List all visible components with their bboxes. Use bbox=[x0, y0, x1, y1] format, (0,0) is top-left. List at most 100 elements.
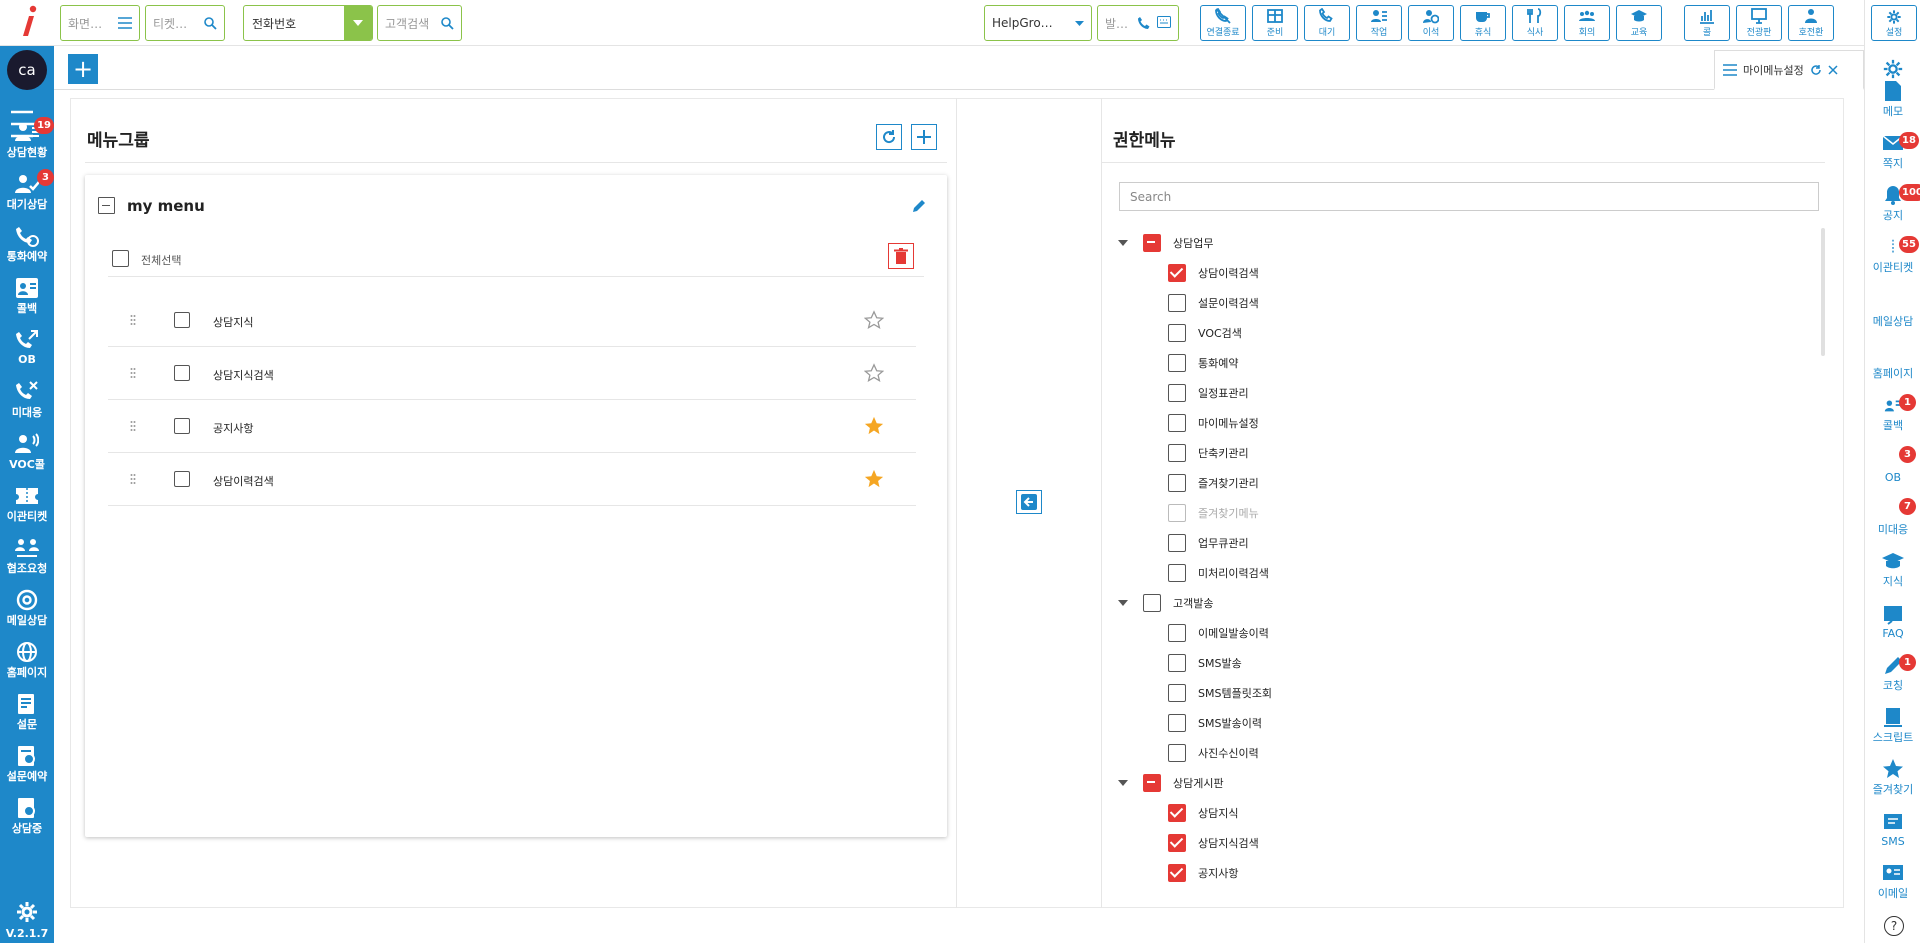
avatar[interactable]: ca bbox=[7, 50, 47, 90]
star-icon[interactable] bbox=[864, 310, 884, 330]
right-sidebar-item-16[interactable]: 이메일 bbox=[1865, 858, 1920, 906]
star-icon[interactable] bbox=[864, 416, 884, 436]
tree-item[interactable]: 미처리이력검색 bbox=[1168, 561, 1269, 585]
tree-item-checkbox[interactable] bbox=[1168, 294, 1186, 312]
tree-group-1[interactable]: 상담업무 bbox=[1143, 231, 1213, 255]
expand-caret-icon[interactable] bbox=[1118, 780, 1128, 786]
toolbar-button-11[interactable]: 전광판 bbox=[1736, 5, 1782, 41]
tree-item[interactable]: 즐겨찾기메뉴 bbox=[1168, 501, 1259, 525]
drag-handle-icon[interactable] bbox=[130, 473, 136, 485]
tree-item[interactable]: 마이메뉴설정 bbox=[1168, 411, 1259, 435]
tree-item[interactable]: 사진수신이력 bbox=[1168, 741, 1259, 765]
menu-item-checkbox[interactable] bbox=[174, 365, 190, 381]
menu-item-row[interactable]: 공지사항 bbox=[108, 400, 916, 453]
sidebar-item-1[interactable]: 상담현황 19 bbox=[0, 116, 54, 164]
sidebar-item-7[interactable]: VOC콜 bbox=[0, 428, 54, 476]
right-sidebar-item-7[interactable]: 콜백 1 bbox=[1865, 390, 1920, 438]
select-all-checkbox[interactable] bbox=[112, 250, 129, 267]
toolbar-button-4[interactable]: 작업 bbox=[1356, 5, 1402, 41]
right-sidebar-item-15[interactable]: SMS bbox=[1865, 806, 1920, 854]
drag-handle-icon[interactable] bbox=[130, 420, 136, 432]
sidebar-item-11[interactable]: 홈페이지 bbox=[0, 636, 54, 684]
right-sidebar-item-5[interactable]: 메일상담 bbox=[1865, 286, 1920, 334]
screen-search-input[interactable]: 화면… bbox=[60, 5, 140, 41]
edit-pencil-icon[interactable] bbox=[911, 198, 927, 214]
tree-item-checkbox[interactable] bbox=[1168, 354, 1186, 372]
sidebar-item-9[interactable]: 협조요청 bbox=[0, 532, 54, 580]
tree-item[interactable]: 즐겨찾기관리 bbox=[1168, 471, 1259, 495]
refresh-button[interactable] bbox=[876, 124, 902, 150]
tree-item-checkbox[interactable] bbox=[1168, 444, 1186, 462]
menu-item-row[interactable]: 상담지식검색 bbox=[108, 347, 916, 400]
sidebar-item-8[interactable]: 이관티켓 bbox=[0, 480, 54, 528]
settings-gear-icon[interactable] bbox=[15, 900, 39, 924]
menu-item-checkbox[interactable] bbox=[174, 312, 190, 328]
customer-search-input[interactable]: 고객검색 bbox=[377, 5, 462, 41]
tree-item-checkbox[interactable] bbox=[1168, 834, 1186, 852]
tree-item-checkbox[interactable] bbox=[1168, 714, 1186, 732]
right-sidebar-item-2[interactable]: 쪽지 18 bbox=[1865, 128, 1920, 176]
delete-button[interactable] bbox=[888, 243, 914, 269]
right-sidebar-item-3[interactable]: 공지 100 bbox=[1865, 180, 1920, 228]
close-icon[interactable] bbox=[1828, 64, 1838, 75]
sidebar-item-2[interactable]: 대기상담 3 bbox=[0, 168, 54, 216]
tree-group-checkbox[interactable] bbox=[1143, 594, 1161, 612]
tree-item[interactable]: 상담이력검색 bbox=[1168, 261, 1259, 285]
tree-item-checkbox[interactable] bbox=[1168, 534, 1186, 552]
tree-item[interactable]: 공지사항 bbox=[1168, 861, 1238, 885]
sidebar-item-5[interactable]: OB bbox=[0, 324, 54, 372]
tree-group-2[interactable]: 고객발송 bbox=[1143, 591, 1213, 615]
tree-item-checkbox[interactable] bbox=[1168, 654, 1186, 672]
sidebar-item-4[interactable]: 콜백 bbox=[0, 272, 54, 320]
tab-my-menu-settings[interactable]: 마이메뉴설정 bbox=[1714, 50, 1864, 90]
right-sidebar-item-8[interactable]: OB 3 bbox=[1865, 442, 1920, 490]
expand-caret-icon[interactable] bbox=[1118, 240, 1128, 246]
right-sidebar-item-14[interactable]: 즐겨찾기 bbox=[1865, 754, 1920, 802]
tree-item-checkbox[interactable] bbox=[1168, 474, 1186, 492]
tree-item[interactable]: SMS발송 bbox=[1168, 651, 1242, 675]
right-sidebar-item-12[interactable]: 코칭 1 bbox=[1865, 650, 1920, 698]
menu-item-checkbox[interactable] bbox=[174, 418, 190, 434]
tree-group-checkbox[interactable] bbox=[1143, 774, 1161, 792]
tree-item-checkbox[interactable] bbox=[1168, 864, 1186, 882]
right-sidebar-item-11[interactable]: FAQ bbox=[1865, 598, 1920, 646]
right-sidebar-item-9[interactable]: 미대응 7 bbox=[1865, 494, 1920, 542]
menu-item-row[interactable]: 상담지식 bbox=[108, 294, 916, 347]
sidebar-item-10[interactable]: 메일상담 bbox=[0, 584, 54, 632]
right-sidebar-item-1[interactable]: 메모 bbox=[1865, 76, 1920, 124]
helpgroup-select[interactable]: HelpGro… bbox=[984, 5, 1092, 41]
right-sidebar-item-10[interactable]: 지식 bbox=[1865, 546, 1920, 594]
tree-item-checkbox[interactable] bbox=[1168, 384, 1186, 402]
tree-item[interactable]: VOC검색 bbox=[1168, 321, 1242, 345]
tree-item[interactable]: 이메일발송이력 bbox=[1168, 621, 1269, 645]
tree-item[interactable]: 통화예약 bbox=[1168, 351, 1238, 375]
tree-item-checkbox[interactable] bbox=[1168, 414, 1186, 432]
scrollbar[interactable] bbox=[1821, 228, 1825, 356]
tree-group-checkbox[interactable] bbox=[1143, 234, 1161, 252]
toolbar-button-10[interactable]: 콜 bbox=[1684, 5, 1730, 41]
toolbar-button-3[interactable]: 대기 bbox=[1304, 5, 1350, 41]
tree-item[interactable]: 일정표관리 bbox=[1168, 381, 1249, 405]
chevron-down-icon[interactable] bbox=[1075, 20, 1084, 26]
tree-item[interactable]: 업무큐관리 bbox=[1168, 531, 1249, 555]
tree-group-3[interactable]: 상담게시판 bbox=[1143, 771, 1224, 795]
star-icon[interactable] bbox=[864, 363, 884, 383]
right-sidebar-item-6[interactable]: 홈페이지 bbox=[1865, 338, 1920, 386]
tree-item-checkbox[interactable] bbox=[1168, 624, 1186, 642]
toolbar-button-2[interactable]: 준비 bbox=[1252, 5, 1298, 41]
chevron-down-icon[interactable] bbox=[344, 6, 372, 40]
toolbar-button-9[interactable]: 교육 bbox=[1616, 5, 1662, 41]
sidebar-item-3[interactable]: 통화예약 bbox=[0, 220, 54, 268]
drag-handle-icon[interactable] bbox=[130, 314, 136, 326]
phone-icon[interactable] bbox=[1137, 16, 1171, 30]
refresh-icon[interactable] bbox=[1810, 64, 1822, 76]
tree-item-checkbox[interactable] bbox=[1168, 744, 1186, 762]
toolbar-button-5[interactable]: 이석 bbox=[1408, 5, 1454, 41]
phone-select[interactable]: 전화번호 bbox=[243, 5, 373, 41]
expand-caret-icon[interactable] bbox=[1118, 600, 1128, 606]
sidebar-item-12[interactable]: 설문 bbox=[0, 688, 54, 736]
toolbar-button-1[interactable]: 연결종료 bbox=[1200, 5, 1246, 41]
tree-item[interactable]: 단축키관리 bbox=[1168, 441, 1249, 465]
list-icon[interactable] bbox=[118, 17, 132, 29]
add-tab-button[interactable]: + bbox=[68, 54, 98, 84]
